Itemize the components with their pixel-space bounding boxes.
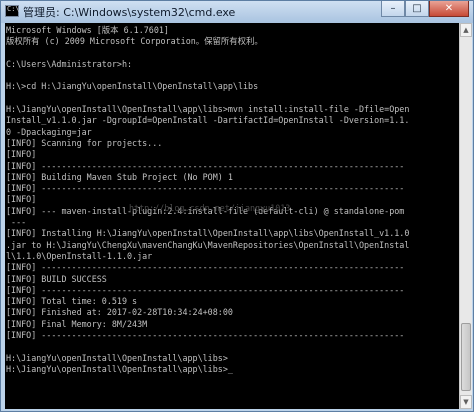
- console-line: [INFO] ---------------------------------…: [6, 330, 405, 341]
- scrollbar-thumb[interactable]: [461, 323, 471, 391]
- console-line: .jar to H:\JiangYu\ChengXu\mavenChangKu\…: [6, 239, 410, 250]
- console-line: [INFO] ---------------------------------…: [6, 183, 405, 194]
- window-title: 管理员: C:\Windows\system32\cmd.exe: [23, 6, 236, 19]
- console-line: ---: [6, 217, 27, 228]
- console-line: H:\JiangYu\openInstall\OpenInstall\app\l…: [6, 352, 228, 363]
- console-line: Install_v1.1.0.jar -DgroupId=OpenInstall…: [6, 115, 410, 126]
- console-line: C:\Users\Administrator>h:: [6, 58, 133, 69]
- console-line: Microsoft Windows [版本 6.1.7601]: [6, 25, 169, 35]
- console-line: [INFO] Building Maven Stub Project (No P…: [6, 171, 233, 182]
- console-output[interactable]: Microsoft Windows [版本 6.1.7601] 版权所有 (c) …: [5, 23, 460, 409]
- console-line: [INFO] --- maven-install-plugin:2.4:inst…: [6, 205, 405, 216]
- console-line: H:\JiangYu\openInstall\OpenInstall\app\l…: [6, 104, 410, 115]
- console-line: [INFO] ---------------------------------…: [6, 160, 405, 171]
- console-line: [INFO] Finished at: 2017-02-28T10:34:24+…: [6, 307, 233, 318]
- arrow-up-icon[interactable]: ▲: [460, 23, 472, 37]
- console-line: [INFO] Scanning for projects...: [6, 137, 163, 148]
- console-line: [INFO] Final Memory: 8M/243M: [6, 318, 148, 329]
- title-bar[interactable]: 管理员: C:\Windows\system32\cmd.exe – □ ✕: [1, 1, 473, 23]
- arrow-down-icon[interactable]: ▼: [460, 395, 472, 409]
- maximize-button[interactable]: □: [405, 1, 429, 17]
- console-text: Microsoft Windows [版本 6.1.7601] 版权所有 (c) …: [5, 23, 460, 375]
- console-line: [INFO] Installing H:\JiangYu\openInstall…: [6, 228, 410, 239]
- console-line: l\1.1.0\OpenInstall-1.1.0.jar: [6, 250, 153, 261]
- console-line: 0 -Dpackaging=jar: [6, 126, 92, 137]
- cmd-window: 管理员: C:\Windows\system32\cmd.exe – □ ✕ M…: [0, 0, 474, 412]
- console-line: [INFO] Total time: 0.519 s: [6, 296, 138, 307]
- console-line: [INFO]: [6, 149, 37, 160]
- minimize-button[interactable]: –: [381, 1, 405, 17]
- console-line: [INFO] ---------------------------------…: [6, 262, 405, 273]
- cmd-console-icon: [5, 5, 20, 17]
- console-line: [INFO]: [6, 194, 37, 205]
- console-line: 版权所有 (c) 2009 Microsoft Corporation。保留所有…: [6, 36, 263, 47]
- console-line: [INFO] BUILD SUCCESS: [6, 273, 107, 284]
- console-line: H:\JiangYu\openInstall\OpenInstall\app\l…: [6, 363, 233, 374]
- window-controls: – □ ✕: [381, 1, 469, 19]
- console-line: [INFO] ---------------------------------…: [6, 284, 405, 295]
- console-line: H:\>cd H:\JiangYu\openInstall\OpenInstal…: [6, 81, 259, 92]
- vertical-scrollbar[interactable]: ▲ ▼: [459, 23, 472, 409]
- close-button[interactable]: ✕: [429, 1, 469, 17]
